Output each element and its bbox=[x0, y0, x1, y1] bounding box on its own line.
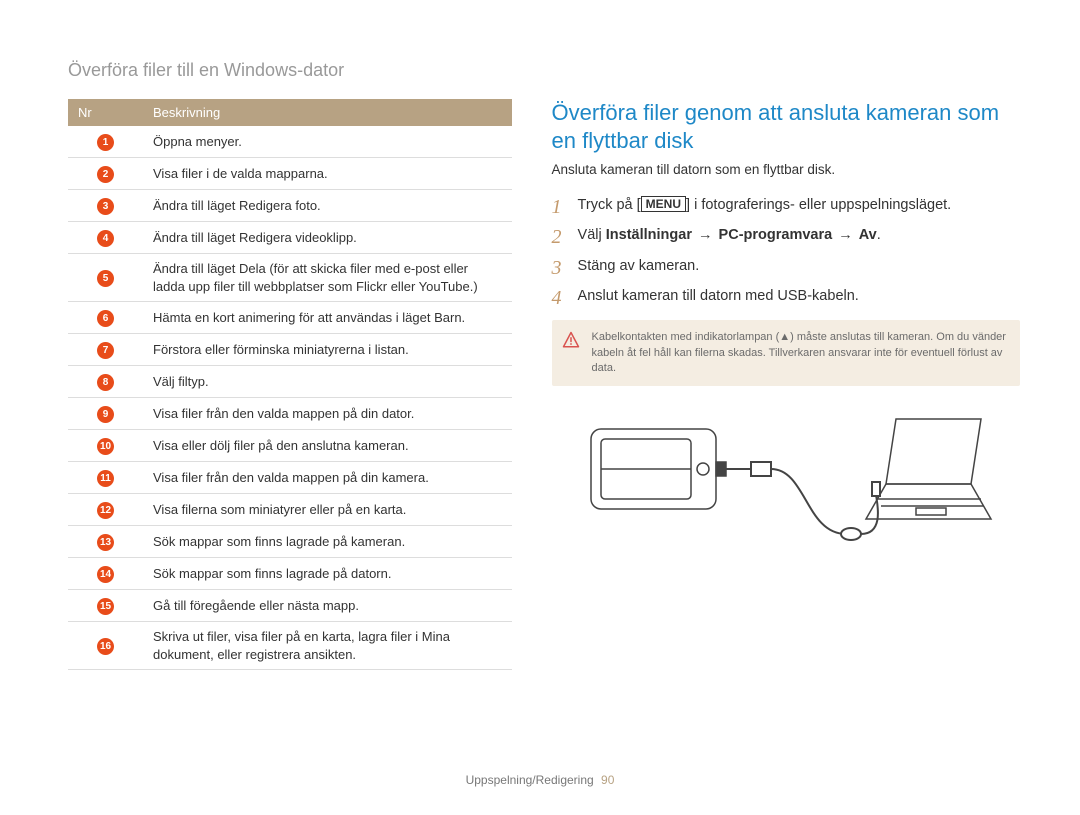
step-3: Stäng av kameran. bbox=[552, 256, 1020, 276]
table-row: 9 Visa filer från den valda mappen på din… bbox=[68, 398, 512, 430]
row-description: Skriva ut filer, visa filer på en karta,… bbox=[143, 622, 512, 670]
step-1-text-b: ] i fotograferings- eller uppspelningslä… bbox=[686, 197, 951, 213]
row-description: Visa filer från den valda mappen på din … bbox=[143, 462, 512, 494]
circled-number-icon: 3 bbox=[97, 198, 114, 215]
row-number-cell: 9 bbox=[68, 398, 143, 430]
row-description: Gå till föregående eller nästa mapp. bbox=[143, 590, 512, 622]
circled-number-icon: 6 bbox=[97, 310, 114, 327]
row-description: Visa filer från den valda mappen på din … bbox=[143, 398, 512, 430]
step-4: Anslut kameran till datorn med USB-kabel… bbox=[552, 286, 1020, 306]
row-description: Sök mappar som finns lagrade på kameran. bbox=[143, 526, 512, 558]
circled-number-icon: 5 bbox=[97, 270, 114, 287]
row-number-cell: 3 bbox=[68, 190, 143, 222]
row-description: Visa filer i de valda mapparna. bbox=[143, 158, 512, 190]
step-1: Tryck på [MENU] i fotograferings- eller … bbox=[552, 195, 1020, 215]
table-row: 1 Öppna menyer. bbox=[68, 126, 512, 158]
row-description: Sök mappar som finns lagrade på datorn. bbox=[143, 558, 512, 590]
menu-button-icon: MENU bbox=[641, 196, 686, 212]
row-number-cell: 1 bbox=[68, 126, 143, 158]
breadcrumb: Överföra filer till en Windows-dator bbox=[68, 60, 1020, 81]
table-row: 4 Ändra till läget Redigera videoklipp. bbox=[68, 222, 512, 254]
row-description: Förstora eller förminska miniatyrerna i … bbox=[143, 334, 512, 366]
warning-text: Kabelkontakten med indikatorlampan (▲) m… bbox=[592, 331, 1006, 374]
steps-list: Tryck på [MENU] i fotograferings- eller … bbox=[552, 195, 1020, 306]
warning-box: Kabelkontakten med indikatorlampan (▲) m… bbox=[552, 320, 1020, 386]
table-row: 5 Ändra till läget Dela (för att skicka f… bbox=[68, 254, 512, 302]
table-row: 12 Visa filerna som miniatyrer eller på e… bbox=[68, 494, 512, 526]
table-row: 7 Förstora eller förminska miniatyrerna i… bbox=[68, 334, 512, 366]
row-number-cell: 2 bbox=[68, 158, 143, 190]
row-number-cell: 13 bbox=[68, 526, 143, 558]
row-description: Ändra till läget Dela (för att skicka fi… bbox=[143, 254, 512, 302]
circled-number-icon: 12 bbox=[97, 502, 114, 519]
footer-section: Uppspelning/Redigering bbox=[466, 773, 594, 787]
row-number-cell: 16 bbox=[68, 622, 143, 670]
table-row: 13 Sök mappar som finns lagrade på kamera… bbox=[68, 526, 512, 558]
row-number-cell: 7 bbox=[68, 334, 143, 366]
footer-page-number: 90 bbox=[601, 773, 614, 787]
circled-number-icon: 9 bbox=[97, 406, 114, 423]
row-number-cell: 6 bbox=[68, 302, 143, 334]
step-2-a: Välj bbox=[578, 227, 606, 243]
row-description: Välj filtyp. bbox=[143, 366, 512, 398]
row-description: Visa eller dölj filer på den anslutna ka… bbox=[143, 430, 512, 462]
table-row: 8 Välj filtyp. bbox=[68, 366, 512, 398]
arrow-icon: → bbox=[696, 227, 715, 243]
row-number-cell: 4 bbox=[68, 222, 143, 254]
warning-icon bbox=[562, 331, 580, 349]
table-header-desc: Beskrivning bbox=[143, 99, 512, 126]
connection-illustration bbox=[552, 404, 1020, 577]
row-description: Öppna menyer. bbox=[143, 126, 512, 158]
step-2: Välj Inställningar → PC-programvara → Av… bbox=[552, 225, 1020, 245]
row-number-cell: 14 bbox=[68, 558, 143, 590]
row-number-cell: 8 bbox=[68, 366, 143, 398]
step-1-text-a: Tryck på [ bbox=[578, 197, 641, 213]
circled-number-icon: 2 bbox=[97, 166, 114, 183]
table-row: 3 Ändra till läget Redigera foto. bbox=[68, 190, 512, 222]
circled-number-icon: 11 bbox=[97, 470, 114, 487]
description-table: Nr Beskrivning 1 Öppna menyer. 2 Visa filer… bbox=[68, 99, 512, 670]
circled-number-icon: 16 bbox=[97, 638, 114, 655]
circled-number-icon: 4 bbox=[97, 230, 114, 247]
row-number-cell: 10 bbox=[68, 430, 143, 462]
page-footer: Uppspelning/Redigering 90 bbox=[0, 773, 1080, 787]
table-row: 14 Sök mappar som finns lagrade på datorn… bbox=[68, 558, 512, 590]
circled-number-icon: 1 bbox=[97, 134, 114, 151]
circled-number-icon: 7 bbox=[97, 342, 114, 359]
step-2-d: Av bbox=[859, 227, 877, 243]
table-row: 11 Visa filer från den valda mappen på di… bbox=[68, 462, 512, 494]
circled-number-icon: 10 bbox=[97, 438, 114, 455]
arrow-icon: → bbox=[836, 227, 855, 243]
table-row: 10 Visa eller dölj filer på den anslutna … bbox=[68, 430, 512, 462]
circled-number-icon: 8 bbox=[97, 374, 114, 391]
table-row: 16 Skriva ut filer, visa filer på en kart… bbox=[68, 622, 512, 670]
circled-number-icon: 14 bbox=[97, 566, 114, 583]
row-number-cell: 15 bbox=[68, 590, 143, 622]
section-title: Överföra filer genom att ansluta kameran… bbox=[552, 99, 1020, 154]
table-row: 15 Gå till föregående eller nästa mapp. bbox=[68, 590, 512, 622]
row-number-cell: 12 bbox=[68, 494, 143, 526]
circled-number-icon: 13 bbox=[97, 534, 114, 551]
row-description: Ändra till läget Redigera videoklipp. bbox=[143, 222, 512, 254]
row-description: Hämta en kort animering för att användas… bbox=[143, 302, 512, 334]
row-description: Ändra till läget Redigera foto. bbox=[143, 190, 512, 222]
table-header-nr: Nr bbox=[68, 99, 143, 126]
step-2-dot: . bbox=[877, 227, 881, 243]
table-row: 2 Visa filer i de valda mapparna. bbox=[68, 158, 512, 190]
circled-number-icon: 15 bbox=[97, 598, 114, 615]
table-row: 6 Hämta en kort animering för att använda… bbox=[68, 302, 512, 334]
row-number-cell: 5 bbox=[68, 254, 143, 302]
section-subtitle: Ansluta kameran till datorn som en flytt… bbox=[552, 162, 1020, 177]
step-2-c: PC-programvara bbox=[719, 227, 833, 243]
step-2-b: Inställningar bbox=[606, 227, 692, 243]
row-number-cell: 11 bbox=[68, 462, 143, 494]
row-description: Visa filerna som miniatyrer eller på en … bbox=[143, 494, 512, 526]
